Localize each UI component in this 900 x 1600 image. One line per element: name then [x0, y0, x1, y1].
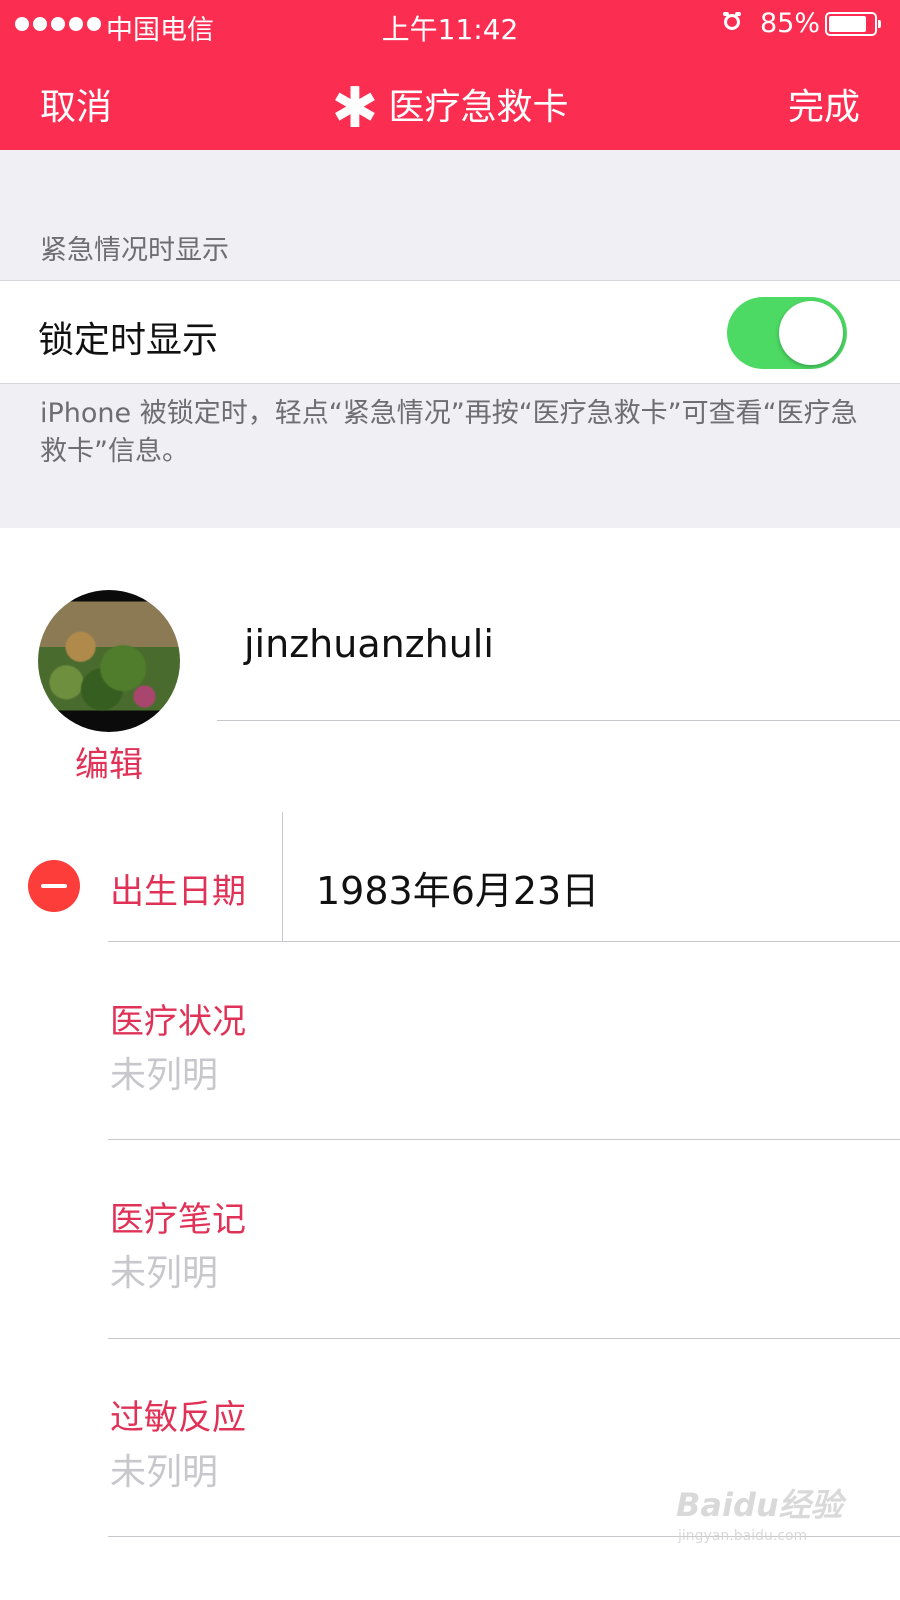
status-bar: 中国电信 上午11:42 85% [0, 0, 900, 48]
divider [108, 1139, 900, 1140]
alarm-icon [723, 12, 741, 30]
nav-title: ✱ 医疗急救卡 [0, 76, 900, 141]
watermark-logo: Baidu经验 [676, 1486, 843, 1524]
birth-date-value[interactable]: 1983年6月23日 [316, 860, 599, 915]
watermark-url: jingyan.baidu.com [678, 1528, 808, 1544]
medical-notes-label: 医疗笔记 [110, 1200, 246, 1240]
section-header-emergency: 紧急情况时显示 [40, 235, 229, 266]
show-when-locked-toggle[interactable] [727, 297, 847, 369]
birth-date-label: 出生日期 [110, 872, 246, 912]
medical-notes-field[interactable]: 未列明 [110, 1244, 218, 1296]
battery-percent: 85% [760, 8, 821, 39]
name-field[interactable]: jinzhuanzhuli [244, 622, 494, 666]
divider [217, 720, 900, 721]
section-footer-note: iPhone 被锁定时，轻点“紧急情况”再按“医疗急救卡”可查看“医疗急救卡”信… [40, 398, 858, 467]
remove-birth-date-button[interactable] [28, 860, 80, 912]
done-button[interactable]: 完成 [788, 78, 860, 130]
show-when-locked-row: 锁定时显示 [0, 280, 900, 384]
medical-star-icon: ✱ [331, 76, 379, 141]
allergies-field[interactable]: 未列明 [110, 1443, 218, 1495]
page-title: 医疗急救卡 [388, 87, 569, 128]
divider [282, 812, 283, 942]
medical-conditions-label: 医疗状况 [110, 1002, 246, 1042]
medical-conditions-field[interactable]: 未列明 [110, 1046, 218, 1098]
avatar[interactable] [38, 590, 180, 732]
top-bar: 中国电信 上午11:42 85% 取消 ✱ 医疗急救卡 完成 [0, 0, 900, 150]
minus-icon [41, 884, 67, 888]
allergies-label: 过敏反应 [110, 1398, 246, 1438]
toggle-knob [779, 301, 843, 365]
divider [108, 941, 900, 942]
battery-icon [825, 12, 881, 36]
show-when-locked-label: 锁定时显示 [38, 320, 219, 361]
edit-photo-button[interactable]: 编辑 [38, 737, 180, 786]
divider [108, 1338, 900, 1339]
